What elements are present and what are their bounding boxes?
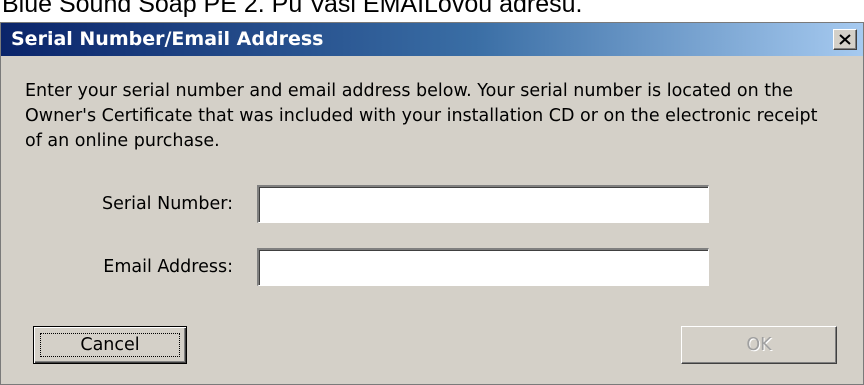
page-caption: Blue Sound Soap PE 2. Pu Vaši EMAILovou … (2, 0, 583, 18)
cancel-button[interactable]: Cancel (33, 326, 187, 364)
dialog-title: Serial Number/Email Address (11, 28, 324, 50)
serial-number-input[interactable] (257, 185, 709, 223)
page: Blue Sound Soap PE 2. Pu Vaši EMAILovou … (0, 0, 864, 385)
ok-button[interactable]: OK (681, 326, 837, 364)
dialog-titlebar[interactable]: Serial Number/Email Address (1, 23, 863, 56)
serial-number-label: Serial Number: (102, 194, 233, 214)
close-button[interactable] (833, 29, 857, 50)
cancel-button-label: Cancel (80, 335, 140, 355)
instructions-text: Enter your serial number and email addre… (25, 81, 818, 151)
email-address-label: Email Address: (103, 257, 233, 277)
close-icon (839, 34, 851, 45)
email-address-input[interactable] (257, 248, 709, 286)
serial-email-dialog: Serial Number/Email Address Enter your s… (0, 22, 864, 385)
ok-button-label: OK (746, 335, 772, 355)
